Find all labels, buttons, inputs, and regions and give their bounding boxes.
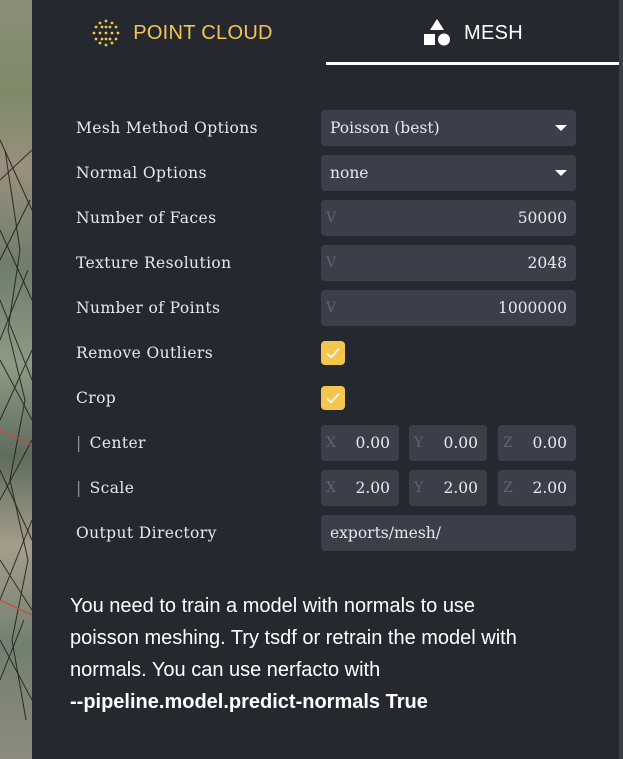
checkmark-icon (326, 392, 340, 404)
remove-outliers-checkbox[interactable] (321, 341, 345, 365)
scale-label: Scale (89, 479, 135, 497)
center-z-value: 0.00 (532, 434, 567, 452)
notice-line-1: You need to train a model with normals t… (70, 595, 476, 617)
checkmark-icon (326, 347, 340, 359)
texture-resolution-value: 2048 (527, 254, 567, 272)
normal-options-row: Normal Options none (76, 155, 576, 191)
remove-outliers-row: Remove Outliers (76, 335, 576, 371)
normal-options-label: Normal Options (76, 164, 207, 182)
tab-mesh[interactable]: MESH (326, 0, 619, 66)
mesh-method-value: Poisson (best) (330, 119, 440, 137)
center-z-prefix: Z (503, 435, 513, 451)
center-y-input[interactable]: Y 0.00 (409, 425, 487, 461)
scale-y-value: 2.00 (443, 479, 478, 497)
mesh-method-row: Mesh Method Options Poisson (best) (76, 110, 576, 146)
num-points-prefix: V (326, 300, 337, 316)
texture-resolution-label: Texture Resolution (76, 254, 232, 272)
crop-row: Crop (76, 380, 576, 416)
texture-resolution-prefix: V (326, 255, 337, 271)
shapes-icon (422, 18, 452, 48)
notice-command: --pipeline.model.predict-normals True (70, 691, 428, 713)
tab-point-cloud[interactable]: POINT CLOUD (82, 0, 282, 66)
scale-z-prefix: Z (503, 480, 513, 496)
scale-z-input[interactable]: Z 2.00 (498, 470, 576, 506)
num-faces-row: Number of Faces V 50000 (76, 200, 576, 236)
num-faces-prefix: V (326, 210, 337, 226)
output-directory-label: Output Directory (76, 524, 217, 542)
export-panel: POINT CLOUD MESH Mesh Method Options Poi… (32, 0, 619, 759)
scale-x-prefix: X (326, 480, 336, 496)
center-x-prefix: X (326, 435, 336, 451)
notice-line-2: poisson meshing. Try tsdf or retrain the… (70, 627, 517, 649)
center-label-wrap: | Center (76, 425, 146, 461)
viewport-scene-background (0, 0, 32, 759)
center-y-prefix: Y (414, 435, 424, 451)
remove-outliers-label: Remove Outliers (76, 344, 214, 362)
scale-y-input[interactable]: Y 2.00 (409, 470, 487, 506)
point-cloud-icon (91, 18, 121, 48)
output-directory-input[interactable]: exports/mesh/ (321, 515, 576, 551)
output-directory-row: Output Directory exports/mesh/ (76, 515, 576, 551)
scene-wireframe-lines (0, 139, 32, 721)
scale-y-prefix: Y (414, 480, 424, 496)
center-x-input[interactable]: X 0.00 (321, 425, 399, 461)
center-row: | Center X 0.00 Y 0.00 Z 0.00 (76, 425, 576, 461)
notice-line-3: normals. You can use nerfacto with (70, 659, 381, 681)
window-edge (619, 0, 623, 759)
output-directory-value: exports/mesh/ (330, 524, 442, 542)
nest-bar: | (76, 434, 82, 452)
num-points-label: Number of Points (76, 299, 221, 317)
num-points-row: Number of Points V 1000000 (76, 290, 576, 326)
mesh-method-label: Mesh Method Options (76, 119, 259, 137)
tab-mesh-label: MESH (464, 21, 523, 44)
texture-resolution-row: Texture Resolution V 2048 (76, 245, 576, 281)
num-points-input[interactable]: V 1000000 (321, 290, 576, 326)
texture-resolution-input[interactable]: V 2048 (321, 245, 576, 281)
center-y-value: 0.00 (443, 434, 478, 452)
normal-options-value: none (330, 164, 369, 182)
scale-label-wrap: | Scale (76, 470, 134, 506)
center-label: Center (89, 434, 146, 452)
active-tab-indicator (326, 62, 619, 65)
num-faces-value: 50000 (517, 209, 567, 227)
nest-bar: | (76, 479, 82, 497)
num-points-value: 1000000 (497, 299, 567, 317)
center-x-value: 0.00 (355, 434, 390, 452)
tab-point-cloud-label: POINT CLOUD (133, 21, 273, 44)
scale-z-value: 2.00 (532, 479, 567, 497)
scale-x-value: 2.00 (355, 479, 390, 497)
normals-warning-message: You need to train a model with normals t… (70, 590, 590, 718)
crop-checkbox[interactable] (321, 386, 345, 410)
scale-row: | Scale X 2.00 Y 2.00 Z 2.00 (76, 470, 576, 506)
num-faces-input[interactable]: V 50000 (321, 200, 576, 236)
tab-bar: POINT CLOUD MESH (32, 0, 619, 68)
center-z-input[interactable]: Z 0.00 (498, 425, 576, 461)
scale-x-input[interactable]: X 2.00 (321, 470, 399, 506)
num-faces-label: Number of Faces (76, 209, 217, 227)
crop-label: Crop (76, 389, 117, 407)
mesh-method-select[interactable]: Poisson (best) (321, 110, 576, 146)
caret-down-icon (555, 170, 567, 176)
normal-options-select[interactable]: none (321, 155, 576, 191)
caret-down-icon (555, 125, 567, 131)
